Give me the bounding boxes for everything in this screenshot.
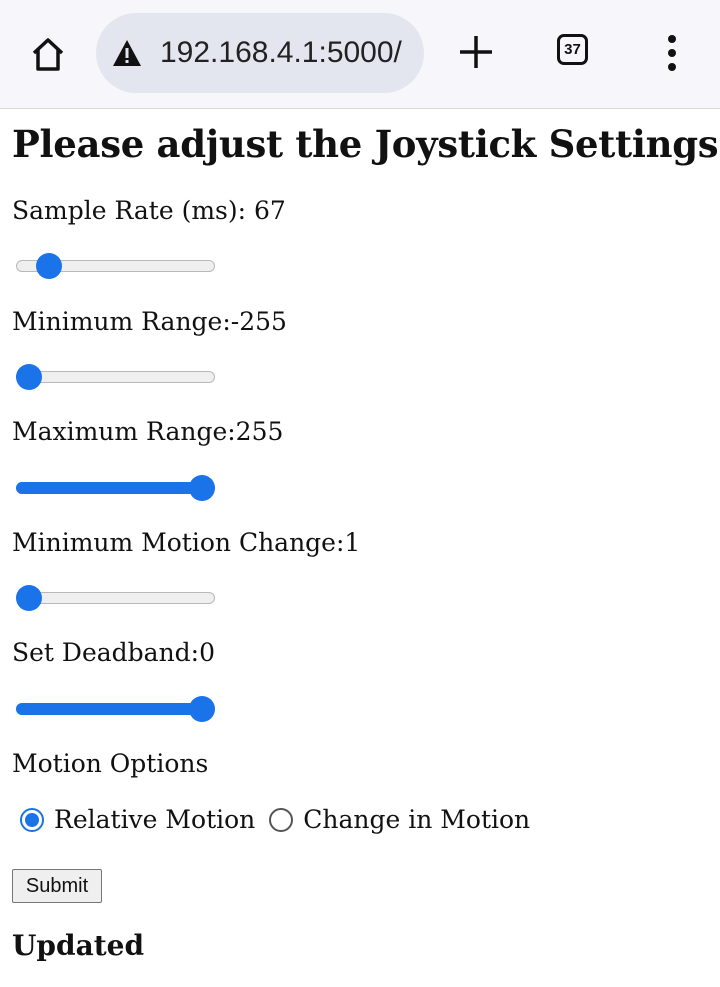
min-motion-slider[interactable] [15, 585, 215, 611]
warning-icon[interactable] [112, 39, 142, 67]
max-range-slider[interactable] [16, 475, 216, 501]
tabs-icon[interactable]: 37 [557, 34, 588, 65]
min-range-label: Minimum Range:-255 [12, 307, 287, 336]
min-motion-label: Minimum Motion Change:1 [12, 528, 361, 557]
browser-toolbar: 192.168.4.1:5000/ 37 [0, 0, 720, 109]
slider-thumb[interactable] [35, 253, 62, 279]
slider-thumb[interactable] [15, 585, 42, 611]
max-range-label: Maximum Range:255 [12, 417, 284, 446]
deadband-slider[interactable] [16, 696, 216, 722]
relative-motion-label[interactable]: Relative Motion [54, 805, 255, 834]
sample-rate-label: Sample Rate (ms): 67 [12, 196, 286, 225]
slider-thumb[interactable] [15, 364, 42, 390]
change-in-motion-radio[interactable] [269, 807, 294, 832]
sample-rate-slider[interactable] [16, 253, 215, 279]
submit-button[interactable]: Submit [12, 869, 102, 903]
home-icon[interactable] [28, 34, 68, 74]
slider-fill [16, 703, 202, 715]
motion-options-group: Relative Motion Change in Motion [20, 805, 544, 839]
relative-motion-radio[interactable] [20, 807, 44, 832]
slider-fill [16, 482, 202, 494]
address-bar[interactable]: 192.168.4.1:5000/ [96, 13, 424, 93]
min-range-slider[interactable] [15, 364, 215, 390]
change-in-motion-label[interactable]: Change in Motion [303, 805, 530, 834]
plus-icon[interactable] [456, 32, 496, 72]
deadband-label: Set Deadband:0 [12, 638, 216, 667]
slider-thumb[interactable] [189, 475, 216, 501]
slider-thumb[interactable] [189, 696, 216, 722]
page-title: Please adjust the Joystick Settings [12, 122, 719, 166]
status-heading: Updated [12, 929, 145, 962]
url-text[interactable]: 192.168.4.1:5000/ [160, 35, 412, 71]
motion-options-label: Motion Options [12, 749, 209, 778]
menu-icon[interactable] [664, 35, 680, 71]
